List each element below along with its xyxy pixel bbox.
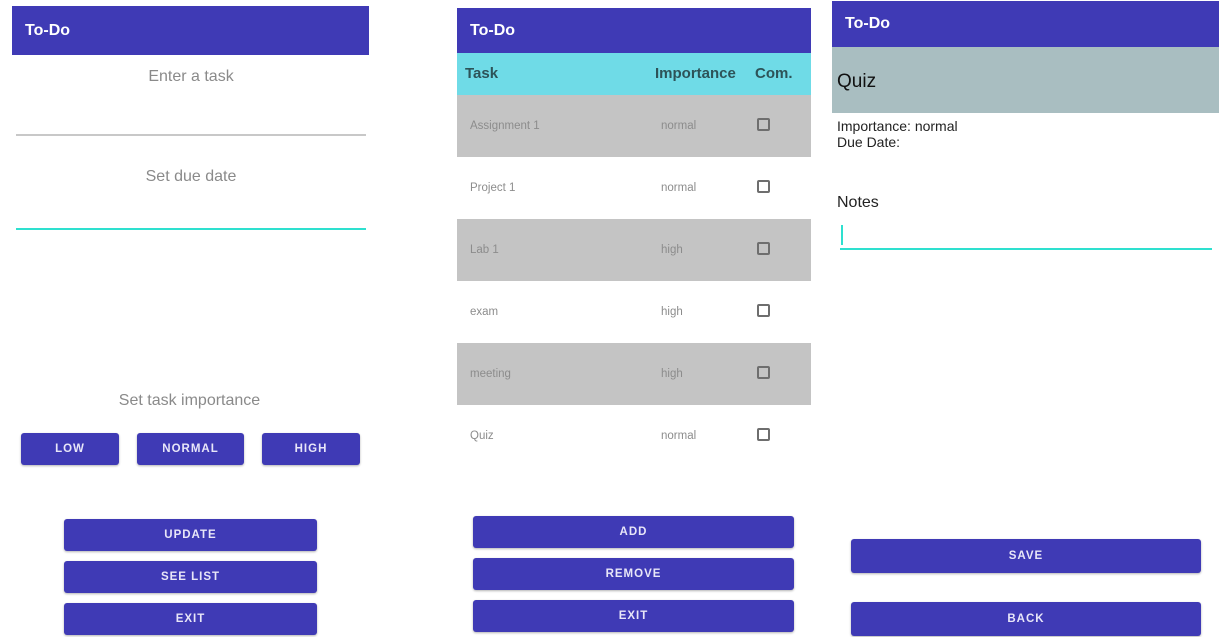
task-importance: high <box>661 244 683 256</box>
due-date-text: Due Date: <box>837 134 901 150</box>
remove-button[interactable]: REMOVE <box>473 558 794 590</box>
app-title: To-Do <box>25 21 71 39</box>
due-date-input[interactable]: Set due date <box>16 160 366 234</box>
due-date-placeholder: Set due date <box>145 168 237 185</box>
app-bar: To-Do <box>12 6 369 55</box>
column-header-importance: Importance <box>655 65 736 82</box>
completed-checkbox[interactable] <box>757 118 770 131</box>
task-detail-screen: To-Do Quiz Importance: normal Due Date: … <box>832 0 1219 637</box>
notes-input-underline <box>840 248 1212 250</box>
table-row[interactable]: Lab 1 high <box>457 219 811 281</box>
column-header-completed: Com. <box>755 65 793 82</box>
text-cursor <box>841 225 843 245</box>
task-name: Assignment 1 <box>470 120 540 132</box>
completed-checkbox[interactable] <box>757 242 770 255</box>
task-table-body: Assignment 1 normal Project 1 normal Lab… <box>457 95 811 467</box>
table-row[interactable]: Project 1 normal <box>457 157 811 219</box>
task-importance: high <box>661 306 683 318</box>
task-input-underline <box>16 134 366 136</box>
notes-label: Notes <box>837 194 879 211</box>
exit-button[interactable]: EXIT <box>473 600 794 632</box>
importance-low-button[interactable]: LOW <box>21 433 119 465</box>
table-row[interactable]: Quiz normal <box>457 405 811 467</box>
save-button[interactable]: SAVE <box>851 539 1201 573</box>
table-header: Task Importance Com. <box>457 53 811 95</box>
app-bar: To-Do <box>457 8 811 53</box>
completed-checkbox[interactable] <box>757 366 770 379</box>
table-row[interactable]: meeting high <box>457 343 811 405</box>
importance-normal-button[interactable]: NORMAL <box>137 433 244 465</box>
task-importance: normal <box>661 430 697 442</box>
column-header-task: Task <box>465 65 499 82</box>
completed-checkbox[interactable] <box>757 428 770 441</box>
importance-high-button[interactable]: HIGH <box>262 433 360 465</box>
task-title: Quiz <box>837 71 877 92</box>
task-name: exam <box>470 306 499 318</box>
see-list-button[interactable]: SEE LIST <box>64 561 317 593</box>
importance-label: Set task importance <box>118 392 261 409</box>
app-title: To-Do <box>845 15 891 32</box>
notes-input[interactable] <box>840 222 1212 250</box>
app-bar: To-Do <box>832 1 1219 47</box>
completed-checkbox[interactable] <box>757 180 770 193</box>
task-importance: high <box>661 368 683 380</box>
table-row[interactable]: Assignment 1 normal <box>457 95 811 157</box>
completed-checkbox[interactable] <box>757 304 770 317</box>
task-name: Lab 1 <box>470 244 499 256</box>
add-button[interactable]: ADD <box>473 516 794 548</box>
table-row[interactable]: exam high <box>457 281 811 343</box>
exit-button[interactable]: EXIT <box>64 603 317 635</box>
task-list-screen: To-Do Task Importance Com. Assignment 1 … <box>457 0 811 637</box>
task-importance: normal <box>661 120 697 132</box>
task-input-placeholder: Enter a task <box>148 68 234 85</box>
due-date-input-underline <box>16 228 366 230</box>
app-title: To-Do <box>470 21 516 39</box>
update-button[interactable]: UPDATE <box>64 519 317 551</box>
task-title-band: Quiz <box>832 47 1219 113</box>
back-button[interactable]: BACK <box>851 602 1201 636</box>
task-importance: normal <box>661 182 697 194</box>
task-name: Project 1 <box>470 182 516 194</box>
add-task-screen: To-Do Enter a task Set due date Set task… <box>0 0 369 637</box>
task-name: Quiz <box>470 430 494 442</box>
task-input[interactable]: Enter a task <box>16 60 366 138</box>
task-name: meeting <box>470 368 511 380</box>
importance-text: Importance: normal <box>837 118 958 134</box>
